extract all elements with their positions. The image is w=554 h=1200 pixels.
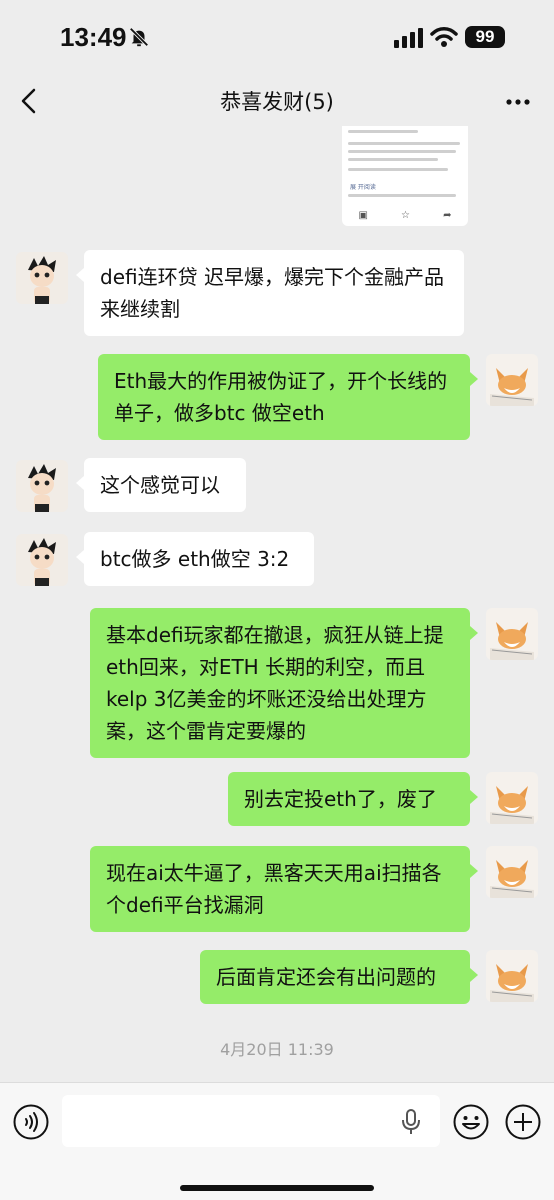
message-bubble[interactable]: defi连环贷 迟早爆，爆完下个金融产品来继续割	[76, 250, 464, 336]
robot-boy-avatar-icon	[16, 252, 68, 304]
wifi-icon	[430, 27, 458, 47]
message-bubble[interactable]: btc做多 eth做空 3:2	[76, 532, 314, 586]
message-bubble[interactable]: 后面肯定还会有出问题的	[200, 950, 478, 1004]
avatar[interactable]	[486, 846, 538, 898]
robot-boy-avatar-icon	[16, 534, 68, 586]
message-bubble[interactable]: 别去定投eth了，废了	[228, 772, 478, 826]
avatar[interactable]	[16, 460, 68, 512]
card-action-bar: ▣ ☆ ➦	[342, 208, 468, 222]
card-share-icon[interactable]: ➦	[443, 210, 451, 221]
microphone-icon[interactable]	[400, 1109, 422, 1135]
card-star-icon[interactable]: ☆	[401, 210, 410, 221]
avatar[interactable]	[16, 252, 68, 304]
status-bar: 13:49 99	[0, 0, 554, 76]
avatar[interactable]	[486, 950, 538, 1002]
card-expand-link[interactable]: 展 开阅读	[350, 182, 376, 191]
fox-avatar-icon	[486, 846, 538, 898]
avatar[interactable]	[16, 534, 68, 586]
shared-article-card[interactable]: 展 开阅读 ▣ ☆ ➦	[342, 126, 468, 226]
message-bubble[interactable]: 基本defi玩家都在撤退，疯狂从链上提eth回来，对ETH 长期的利空，而且ke…	[90, 608, 478, 758]
message-bubble[interactable]: Eth最大的作用被伪证了，开个长线的单子，做多btc 做空eth	[98, 354, 478, 440]
message-bubble[interactable]: 这个感觉可以	[76, 458, 246, 512]
avatar[interactable]	[486, 354, 538, 406]
home-indicator	[180, 1185, 374, 1191]
cellular-signal-icon	[394, 28, 423, 48]
chat-header: 恭喜发财(5)	[0, 76, 554, 126]
input-bar	[0, 1082, 554, 1200]
chat-title: 恭喜发财(5)	[220, 90, 334, 114]
avatar[interactable]	[486, 772, 538, 824]
message-list[interactable]: 展 开阅读 ▣ ☆ ➦ defi连环贷 迟早爆，爆完下个金融产品来继续割 Eth…	[0, 126, 554, 1082]
robot-boy-avatar-icon	[16, 460, 68, 512]
message-bubble[interactable]: 现在ai太牛逼了，黑客天天用ai扫描各个defi平台找漏洞	[90, 846, 478, 932]
status-time: 13:49	[60, 22, 127, 52]
card-save-icon[interactable]: ▣	[359, 210, 368, 221]
voice-mode-icon[interactable]	[12, 1103, 50, 1141]
fox-avatar-icon	[486, 950, 538, 1002]
emoji-icon[interactable]	[452, 1103, 490, 1141]
plus-icon[interactable]	[504, 1103, 542, 1141]
more-options-icon[interactable]	[504, 88, 532, 116]
fox-avatar-icon	[486, 354, 538, 406]
fox-avatar-icon	[486, 608, 538, 660]
avatar[interactable]	[486, 608, 538, 660]
message-timestamp: 4月20日 11:39	[220, 1040, 334, 1059]
fox-avatar-icon	[486, 772, 538, 824]
battery-indicator: 99	[465, 26, 505, 48]
message-input[interactable]	[62, 1095, 440, 1147]
bell-muted-icon	[129, 27, 149, 47]
